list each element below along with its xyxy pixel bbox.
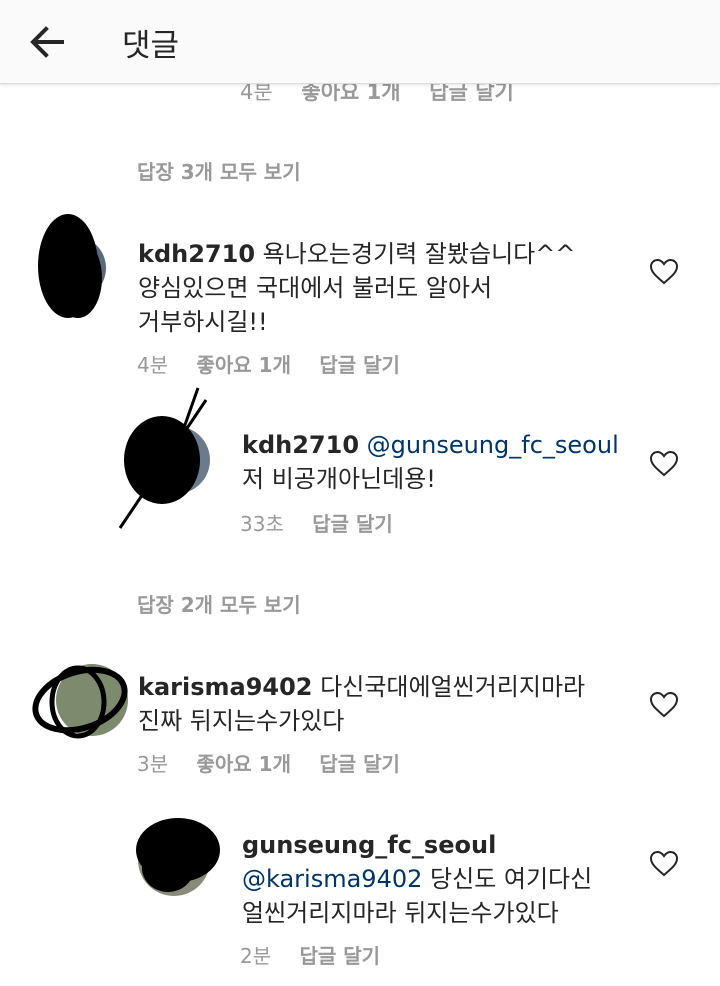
comment-username[interactable]: karisma9402 <box>138 673 313 701</box>
comment-time: 4분 <box>137 353 169 377</box>
arrow-left-icon <box>30 26 64 58</box>
mention-link[interactable]: @gunseung_fc_seoul <box>367 431 619 459</box>
comment-text-line: 얼씬거리지마라 뒤지는수가있다 <box>242 899 559 927</box>
page-title: 댓글 <box>122 28 180 64</box>
redacted-avatar-scribble <box>32 664 128 739</box>
likes-count[interactable]: 좋아요 1개 <box>196 353 290 377</box>
heart-icon[interactable] <box>650 692 678 718</box>
redacted-avatar-scribble <box>118 387 210 529</box>
reply-button[interactable]: 답글 달기 <box>319 353 400 377</box>
comment-text-line: 욕나오는경기력 잘봤습니다^^ <box>262 240 576 268</box>
reply-comment: kdh2710 @gunseung_fc_seoul 저 비공개아닌데용! <box>242 428 642 496</box>
comment-username[interactable]: kdh2710 <box>242 431 359 459</box>
top-app-bar: 댓글 <box>0 0 720 84</box>
reply-comment: gunseung_fc_seoul @karisma9402 당신도 여기다신 … <box>242 828 642 930</box>
comment-meta: 3분 좋아요 1개 답글 달기 <box>137 748 422 777</box>
view-replies-button[interactable]: 답장 2개 모두 보기 <box>137 589 301 618</box>
comment-username[interactable]: kdh2710 <box>138 240 255 268</box>
redacted-avatar-scribble <box>136 818 220 896</box>
mention-link[interactable]: @karisma9402 <box>242 865 422 893</box>
avatar[interactable] <box>24 656 128 739</box>
likes-count[interactable]: 좋아요 1개 <box>196 752 290 776</box>
heart-icon[interactable] <box>650 851 678 877</box>
heart-icon[interactable] <box>650 451 678 477</box>
comment-time: 2분 <box>240 944 272 968</box>
comment-text-line: 거부하시길!! <box>138 308 268 336</box>
comment-text-line: 양심있으면 국대에서 불러도 알아서 <box>138 274 493 302</box>
reply-button[interactable]: 답글 달기 <box>299 944 380 968</box>
comment-time: 3분 <box>137 752 169 776</box>
avatar[interactable] <box>110 380 210 529</box>
view-replies-button[interactable]: 답장 3개 모두 보기 <box>137 156 301 185</box>
comment-text-line: 저 비공개아닌데용! <box>242 465 436 493</box>
reply-button[interactable]: 답글 달기 <box>312 512 393 536</box>
comment-time: 33초 <box>240 512 284 536</box>
comment: karisma9402 다신국대에얼씬거리지마라 진짜 뒤지는수가있다 <box>138 670 638 738</box>
heart-icon[interactable] <box>650 259 678 285</box>
comment-meta: 4분 좋아요 1개 답글 달기 <box>137 349 422 378</box>
reply-button[interactable]: 답글 달기 <box>319 752 400 776</box>
back-button[interactable] <box>26 20 70 64</box>
avatar[interactable] <box>132 810 220 896</box>
avatar[interactable] <box>30 208 106 318</box>
comment-meta: 2분 답글 달기 <box>240 940 402 969</box>
redacted-avatar-scribble <box>38 214 106 318</box>
comment-username[interactable]: gunseung_fc_seoul <box>242 828 642 862</box>
comment: kdh2710 욕나오는경기력 잘봤습니다^^ 양심있으면 국대에서 불러도 알… <box>138 237 638 339</box>
comment-text-line: 다신국대에얼씬거리지마라 <box>320 673 586 701</box>
comment-text-line: 진짜 뒤지는수가있다 <box>138 707 345 735</box>
comment-text-line: 당신도 여기다신 <box>430 865 593 893</box>
comment-meta: 33초 답글 달기 <box>240 508 415 537</box>
